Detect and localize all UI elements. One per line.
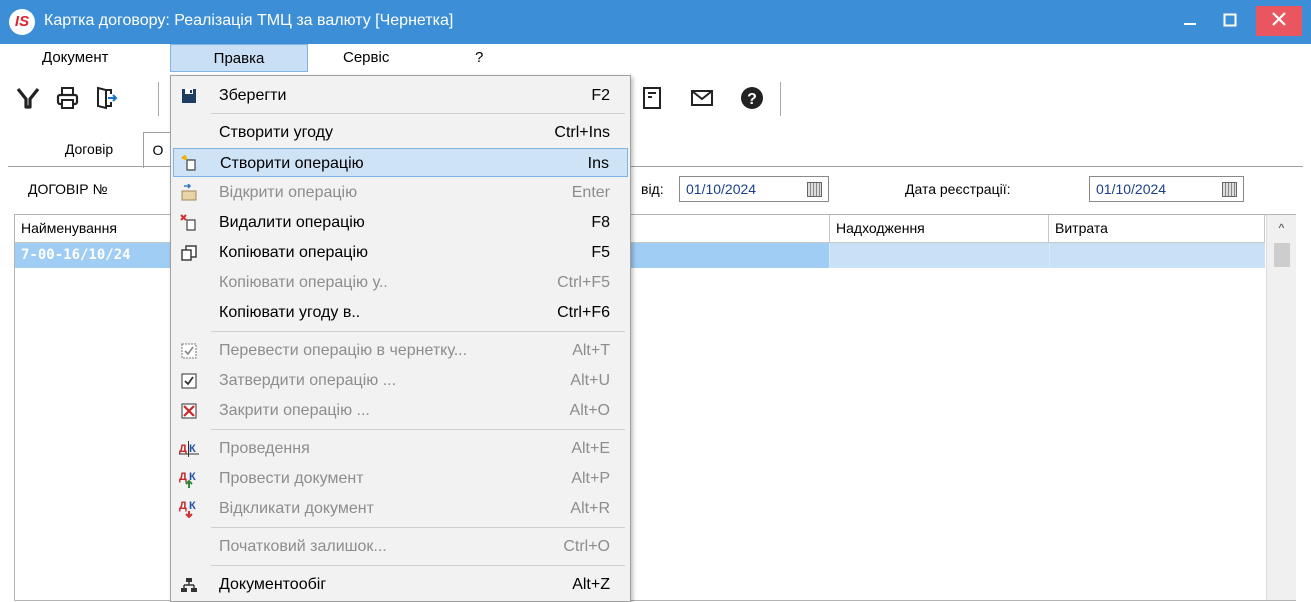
menu-item-create-agreement[interactable]: Створити угоду Ctrl+Ins [173, 118, 628, 147]
help-button[interactable]: ? [736, 82, 768, 114]
menu-separator [211, 565, 625, 566]
menu-separator [211, 331, 625, 332]
from-date-field[interactable]: 01/10/2024 [679, 176, 829, 202]
copy-icon [179, 243, 199, 263]
app-logo: IS [9, 9, 35, 35]
recall-document-icon: ДК [179, 499, 199, 519]
menu-item-copy-agreement-to[interactable]: Копіювати угоду в.. Ctrl+F6 [173, 298, 628, 327]
menu-item-open-operation[interactable]: Відкрити операцію Enter [173, 178, 628, 207]
document-icon [643, 87, 661, 109]
column-expense-header[interactable]: Витрата [1049, 215, 1265, 242]
close-x-icon [179, 401, 199, 421]
window-title: Картка договору: Реалізація ТМЦ за валют… [44, 12, 454, 29]
row-income-cell[interactable] [829, 243, 1049, 268]
svg-text:К: К [189, 443, 196, 455]
approve-check-icon [179, 371, 199, 391]
menu-document[interactable]: Документ [42, 44, 109, 72]
edit-menu-dropdown: Зберегти F2 Створити угоду Ctrl+Ins Ство… [170, 75, 631, 602]
svg-text:Д: Д [179, 500, 187, 512]
menu-service[interactable]: Сервіс [343, 44, 389, 72]
close-icon [1272, 12, 1286, 26]
help-icon: ? [741, 87, 763, 109]
menu-item-post-document[interactable]: ДК Провести документ Alt+P [173, 464, 628, 493]
menu-item-copy-operation-to[interactable]: Копіювати операцію у.. Ctrl+F5 [173, 268, 628, 297]
registration-date-field[interactable]: 01/10/2024 [1089, 176, 1244, 202]
document-button[interactable] [636, 82, 668, 114]
svg-text:Д: Д [179, 443, 187, 455]
print-button[interactable] [52, 82, 84, 114]
menu-item-delete-operation[interactable]: Видалити операцію F8 [173, 208, 628, 237]
calendar-icon[interactable] [807, 182, 822, 197]
save-icon [179, 86, 199, 106]
menu-item-document-flow[interactable]: Документообіг Alt+Z [173, 570, 628, 599]
print-icon [56, 87, 79, 109]
filter-button[interactable] [12, 82, 44, 114]
menu-help[interactable]: ? [475, 44, 483, 72]
menu-separator [211, 429, 625, 430]
menu-item-create-operation[interactable]: Створити операцію Ins [173, 148, 628, 177]
tab-operations[interactable]: О [143, 132, 173, 168]
column-income-header[interactable]: Надходження [829, 215, 1049, 242]
menu-item-initial-balance[interactable]: Початковий залишок... Ctrl+O [173, 532, 628, 561]
contract-number-label: ДОГОВІР № [28, 181, 108, 197]
minimize-button[interactable] [1170, 6, 1210, 36]
svg-text:К: К [189, 500, 196, 512]
send-email-button[interactable] [686, 82, 718, 114]
registration-date-label: Дата реєстрації: [905, 181, 1011, 197]
delete-operation-icon [179, 213, 199, 233]
new-operation-icon [180, 154, 200, 174]
workflow-icon [179, 575, 199, 595]
minimize-icon [1184, 23, 1196, 25]
maximize-icon [1223, 13, 1237, 27]
title-bar: IS Картка договору: Реалізація ТМЦ за ва… [0, 0, 1311, 44]
menu-item-save[interactable]: Зберегти F2 [173, 81, 628, 110]
vertical-scrollbar[interactable]: ^ [1266, 215, 1296, 600]
menu-item-move-to-draft[interactable]: Перевести операцію в чернетку... Alt+T [173, 336, 628, 365]
open-operation-icon [179, 183, 199, 203]
menu-item-close-operation[interactable]: Закрити операцію ... Alt+O [173, 396, 628, 425]
close-button[interactable] [1256, 6, 1302, 36]
row-expense-cell[interactable] [1049, 243, 1265, 268]
menu-item-approve-operation[interactable]: Затвердити операцію ... Alt+U [173, 366, 628, 395]
registration-date-value: 01/10/2024 [1096, 181, 1167, 197]
menu-separator [211, 527, 625, 528]
exit-button[interactable] [90, 82, 122, 114]
from-date-label: від: [641, 181, 664, 197]
menu-item-posting[interactable]: ДК Проведення Alt+E [173, 434, 628, 463]
from-date-value: 01/10/2024 [686, 181, 757, 197]
draft-check-icon [179, 341, 199, 361]
toolbar-separator [158, 82, 159, 116]
calendar-icon[interactable] [1222, 182, 1237, 197]
post-document-icon: ДК [179, 469, 199, 489]
tab-contract[interactable]: Договір [34, 132, 144, 166]
menu-item-recall-document[interactable]: ДК Відкликати документ Alt+R [173, 494, 628, 523]
menu-edit[interactable]: Правка [170, 44, 308, 72]
exit-icon [97, 86, 118, 110]
toolbar-separator [780, 82, 781, 116]
scroll-up-arrow-icon[interactable]: ^ [1267, 215, 1296, 242]
menu-bar: Документ Правка Сервіс ? [0, 44, 1311, 72]
maximize-button[interactable] [1210, 6, 1250, 36]
posting-dk-icon: ДК [179, 439, 199, 459]
filter-icon [16, 88, 40, 109]
scroll-thumb[interactable] [1274, 243, 1290, 267]
menu-separator [211, 113, 625, 114]
menu-item-copy-operation[interactable]: Копіювати операцію F5 [173, 238, 628, 267]
envelope-icon [691, 90, 713, 106]
svg-text:?: ? [747, 91, 757, 108]
svg-text:Д: Д [179, 471, 187, 483]
